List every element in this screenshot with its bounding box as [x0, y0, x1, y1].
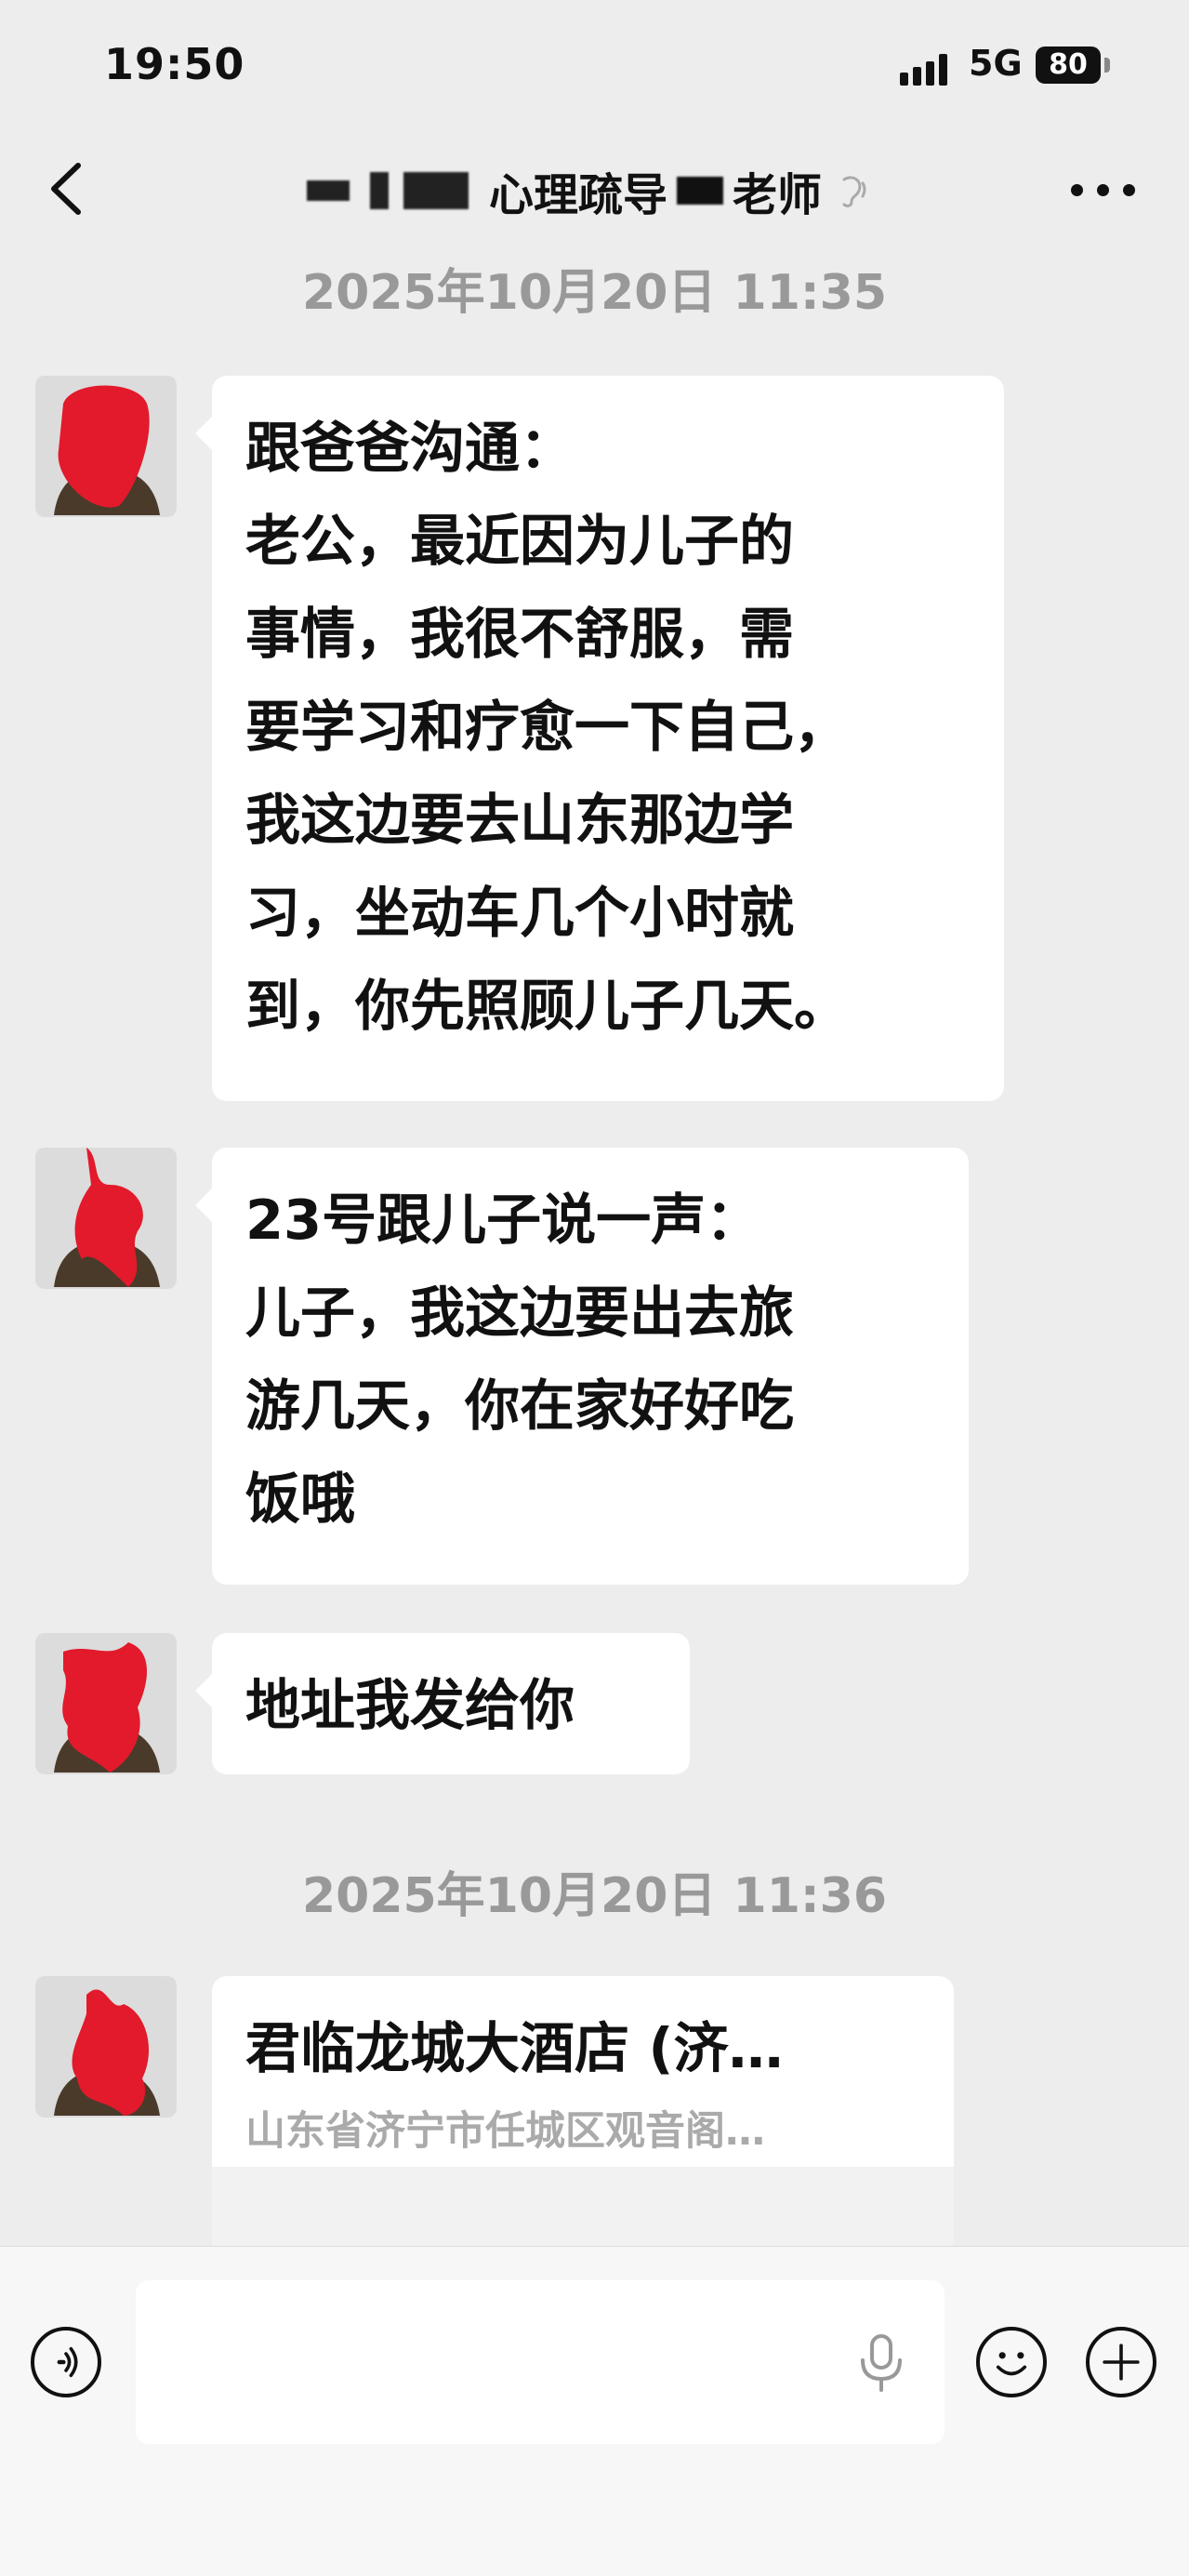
avatar[interactable]	[35, 1976, 177, 2118]
redacted-name	[403, 172, 469, 209]
battery-tip	[1104, 58, 1110, 73]
input-bar	[0, 2246, 1189, 2576]
location-name: 君临龙城大酒店 (济…	[245, 2016, 784, 2080]
message-timestamp: 2025年10月20日 11:36	[301, 1868, 888, 1924]
avatar[interactable]	[35, 376, 177, 517]
message-line: 要学习和疗愈一下自己，	[245, 695, 850, 759]
avatar[interactable]	[35, 1633, 177, 1774]
status-bar: 19:50 5G 80	[0, 0, 1189, 130]
message-line: 我这边要去山东那边学	[245, 788, 795, 852]
signal-icon	[900, 52, 956, 86]
message-line: 23号跟儿子说一声：	[245, 1188, 761, 1252]
plus-icon[interactable]	[1086, 2327, 1156, 2397]
avatar[interactable]	[35, 1148, 177, 1289]
message-line: 儿子，我这边要出去旅	[245, 1281, 795, 1345]
network-type: 5G	[969, 43, 1023, 84]
location-address: 山东省济宁市任城区观音阁…	[245, 2108, 765, 2155]
chat-title-suffix: 老师	[733, 169, 823, 221]
chat-title-prefix: 心理疏导	[489, 169, 668, 221]
message-bubble[interactable]: 跟爸爸沟通： 老公，最近因为儿子的 事情，我很不舒服，需 要学习和疗愈一下自己，…	[195, 376, 1004, 1101]
battery-icon: 80	[1036, 46, 1101, 84]
redacted-name	[370, 172, 389, 209]
message-line: 到，你先照顾儿子几天。	[245, 974, 850, 1038]
message-line: 游几天，你在家好好吃	[245, 1374, 795, 1438]
earpiece-icon	[842, 176, 866, 207]
message-bubble[interactable]: 地址我发给你	[195, 1633, 690, 1774]
message-timestamp: 2025年10月20日 11:35	[301, 265, 888, 321]
message-bubble[interactable]: 23号跟儿子说一声： 儿子，我这边要出去旅 游几天，你在家好好吃 饭哦	[195, 1148, 969, 1585]
message-line: 地址我发给你	[245, 1673, 575, 1737]
redacted-name	[307, 180, 350, 201]
message-input[interactable]	[136, 2280, 945, 2444]
message-line: 习，坐动车几个小时就	[245, 881, 795, 945]
message-line: 老公，最近因为儿子的	[245, 509, 795, 573]
message-line: 事情，我很不舒服，需	[245, 602, 795, 666]
chat-title: 心理疏导 老师	[307, 158, 872, 223]
message-line: 跟爸爸沟通：	[245, 416, 575, 480]
more-dots-icon[interactable]	[1071, 179, 1136, 203]
chat-header: 心理疏导 老师	[0, 130, 1189, 251]
emoji-icon[interactable]	[976, 2327, 1047, 2397]
clock: 19:50	[104, 39, 245, 89]
redacted-name	[677, 177, 724, 205]
microphone-icon[interactable]	[857, 2334, 905, 2392]
chevron-left-icon[interactable]	[37, 156, 102, 221]
message-line: 饭哦	[245, 1467, 356, 1531]
voice-toggle-icon[interactable]	[31, 2327, 101, 2397]
